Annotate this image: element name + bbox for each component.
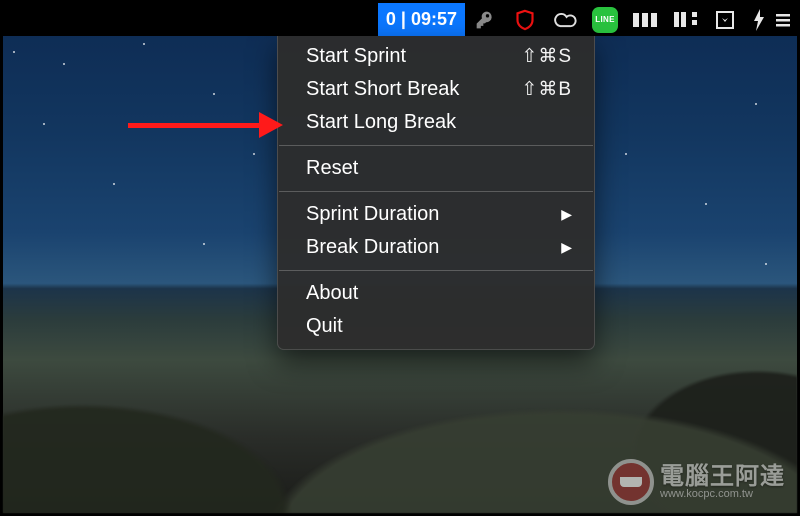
- menu-label: Quit: [306, 313, 343, 340]
- menu-about[interactable]: About: [278, 277, 594, 310]
- menu-label: Start Sprint: [306, 43, 406, 70]
- wallpaper-star: [13, 51, 15, 53]
- menu-start-short-break[interactable]: Start Short Break ⇧⌘B: [278, 73, 594, 106]
- line-icon[interactable]: LINE: [585, 3, 625, 36]
- timer-dropdown-menu: Start Sprint ⇧⌘S Start Short Break ⇧⌘B S…: [277, 36, 595, 350]
- menu-label: Break Duration: [306, 234, 439, 261]
- timer-label: 0 | 09:57: [386, 9, 457, 30]
- submenu-arrow-icon: ▶: [561, 234, 572, 261]
- menu-separator: [279, 145, 593, 146]
- submenu-arrow-icon: ▶: [561, 201, 572, 228]
- wallpaper-star: [43, 123, 45, 125]
- menu-separator: [279, 191, 593, 192]
- timer-menubar-item[interactable]: 0 | 09:57: [378, 3, 465, 36]
- wallpaper-star: [253, 153, 255, 155]
- menu-separator: [279, 270, 593, 271]
- disks-icon[interactable]: [625, 3, 665, 36]
- menu-label: Sprint Duration: [306, 201, 439, 228]
- line-badge-label: LINE: [592, 7, 618, 33]
- wallpaper-star: [705, 203, 707, 205]
- menu-quit[interactable]: Quit: [278, 310, 594, 343]
- creative-cloud-icon[interactable]: [545, 3, 585, 36]
- bolt-icon[interactable]: [745, 3, 773, 36]
- annotation-arrow: [128, 115, 283, 135]
- wallpaper-star: [755, 103, 757, 105]
- watermark-title: 電腦王阿達: [660, 464, 785, 489]
- menu-start-sprint[interactable]: Start Sprint ⇧⌘S: [278, 40, 594, 73]
- wallpaper-star: [625, 153, 627, 155]
- watermark-url: www.kocpc.com.tw: [660, 489, 785, 501]
- watermark-logo-icon: [608, 459, 654, 505]
- menu-shortcut: ⇧⌘B: [521, 76, 572, 103]
- wallpaper-star: [143, 43, 145, 45]
- menu-sprint-duration[interactable]: Sprint Duration ▶: [278, 198, 594, 231]
- menu-start-long-break[interactable]: Start Long Break: [278, 106, 594, 139]
- kanban-icon[interactable]: [665, 3, 705, 36]
- macos-menubar: 0 | 09:57 LINE: [3, 3, 797, 36]
- menubar-tray: LINE: [465, 3, 793, 36]
- watermark-text: 電腦王阿達 www.kocpc.com.tw: [660, 464, 785, 501]
- menu-label: Start Short Break: [306, 76, 459, 103]
- download-icon[interactable]: [705, 3, 745, 36]
- menu-label: Reset: [306, 155, 358, 182]
- wallpaper-star: [213, 93, 215, 95]
- menu-label: Start Long Break: [306, 109, 456, 136]
- menu-label: About: [306, 280, 358, 307]
- key-icon[interactable]: [465, 3, 505, 36]
- menu-shortcut: ⇧⌘S: [521, 43, 572, 70]
- wallpaper-star: [113, 183, 115, 185]
- wallpaper-star: [63, 63, 65, 65]
- watermark: 電腦王阿達 www.kocpc.com.tw: [608, 459, 785, 505]
- screenshot-frame: 0 | 09:57 LINE: [0, 0, 800, 516]
- menu-reset[interactable]: Reset: [278, 152, 594, 185]
- arrow-line: [128, 123, 260, 128]
- menu-break-duration[interactable]: Break Duration ▶: [278, 231, 594, 264]
- shield-icon[interactable]: [505, 3, 545, 36]
- menu-icon[interactable]: [773, 3, 793, 36]
